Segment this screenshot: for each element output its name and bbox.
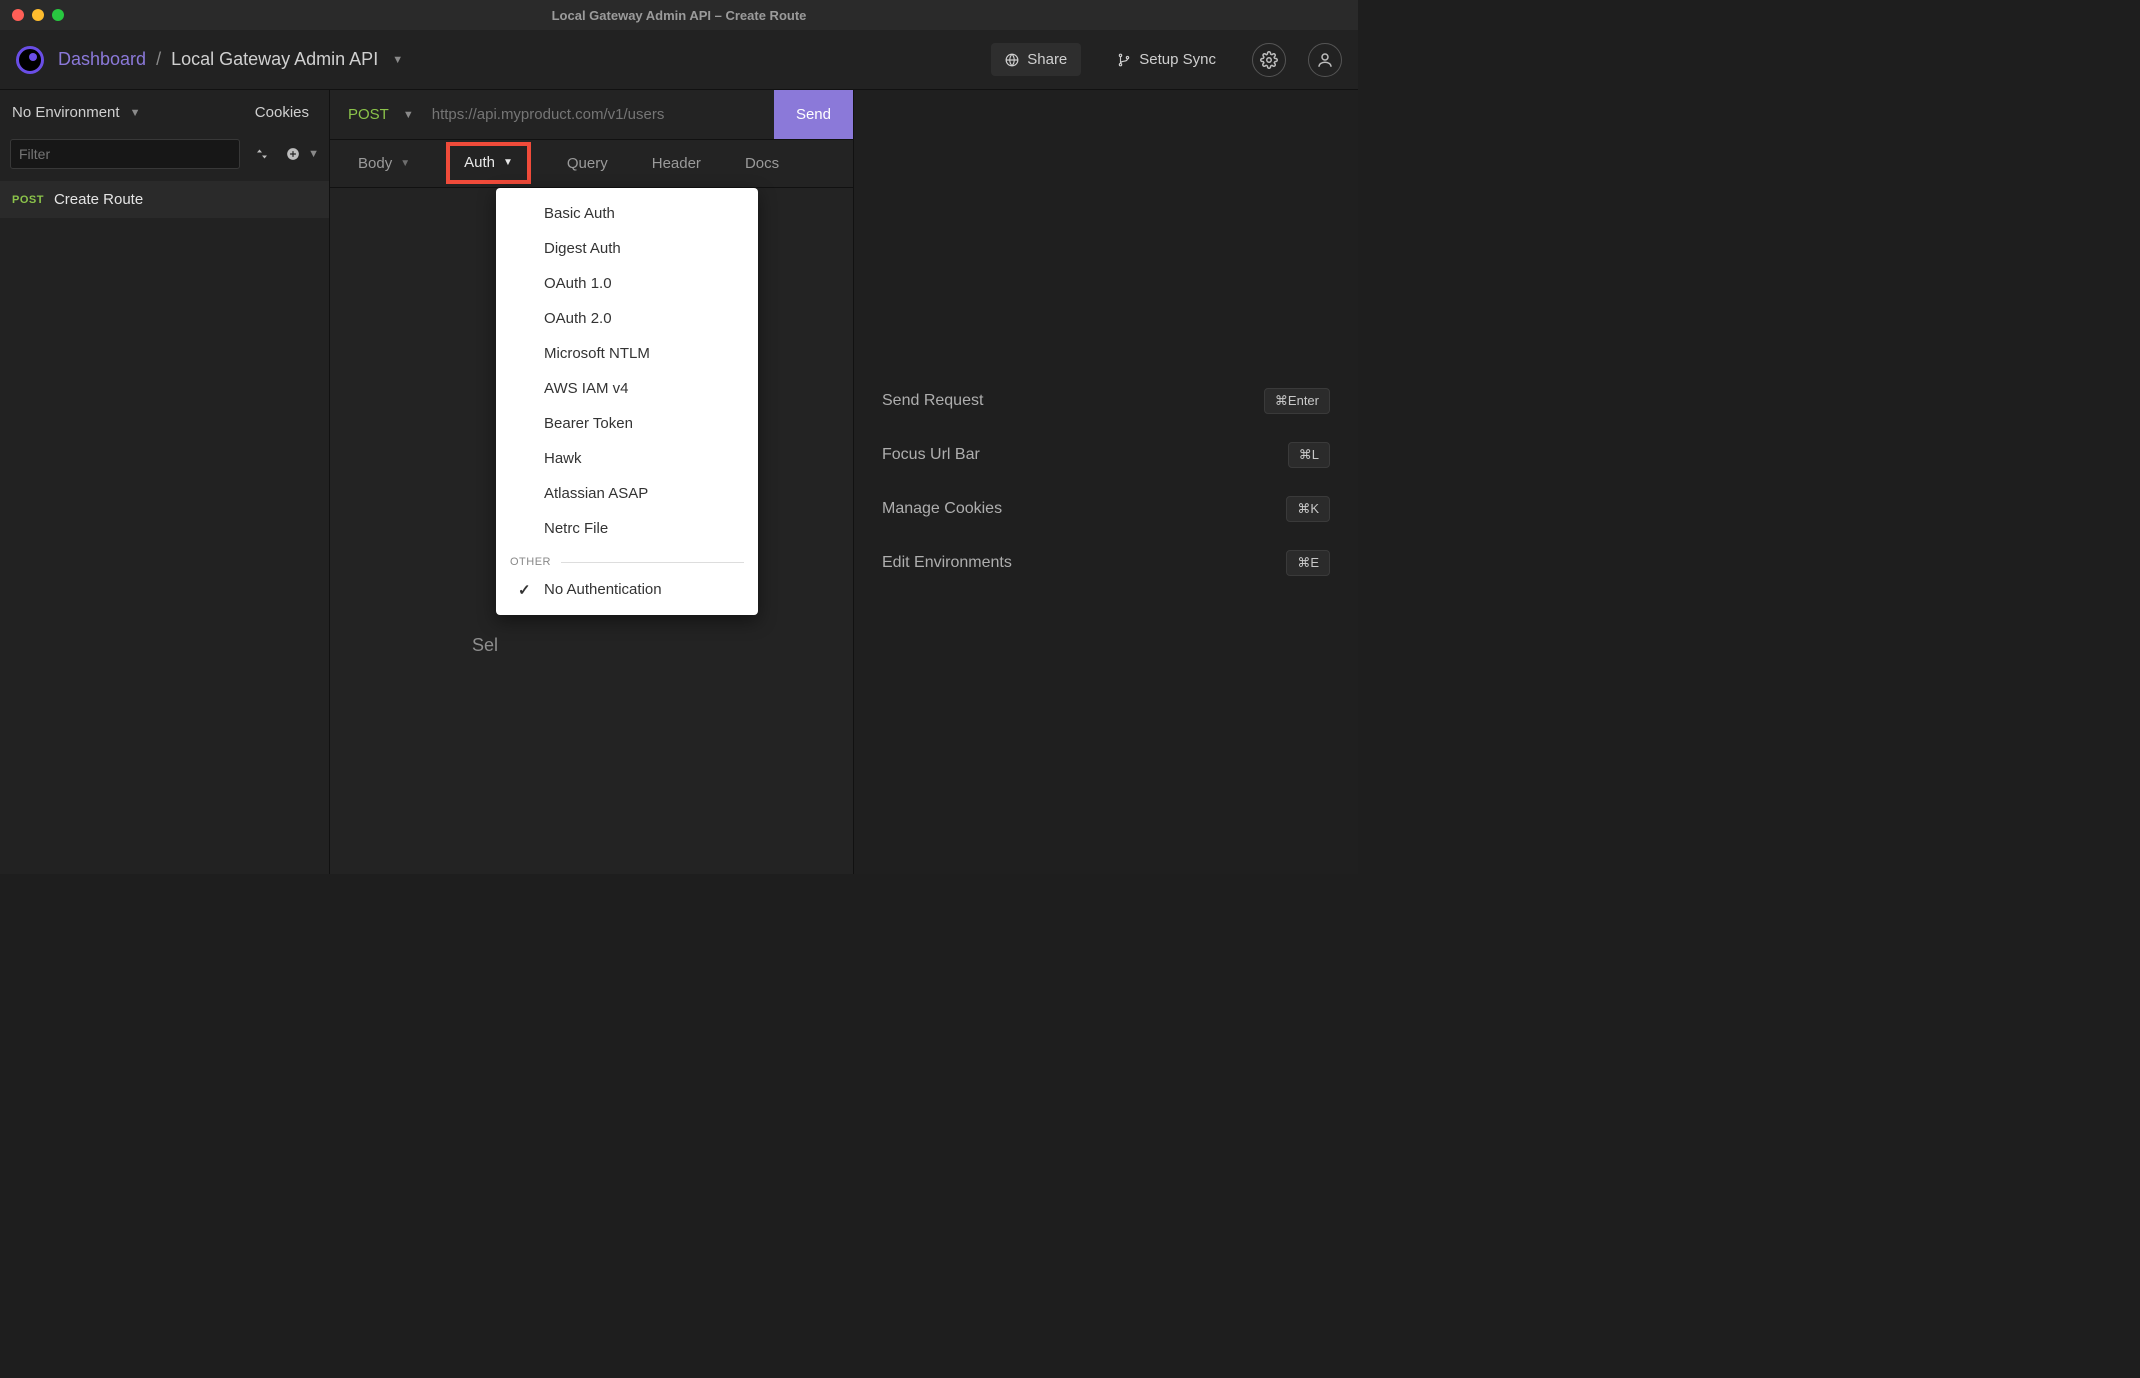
method-badge: POST	[12, 194, 44, 206]
shortcut-send-key: ⌘Enter	[1264, 388, 1330, 414]
gear-icon	[1260, 51, 1278, 69]
tab-body[interactable]: Body ▼	[350, 147, 418, 181]
user-icon	[1316, 51, 1334, 69]
auth-option-aws[interactable]: AWS IAM v4	[496, 371, 758, 406]
app-header: Dashboard / Local Gateway Admin API ▼ Sh…	[0, 30, 1358, 90]
auth-option-basic[interactable]: Basic Auth	[496, 196, 758, 231]
tab-header[interactable]: Header	[644, 147, 709, 181]
shortcut-cookies-label: Manage Cookies	[882, 500, 1002, 518]
request-list-item[interactable]: POST Create Route	[0, 181, 329, 218]
chevron-down-icon: ▼	[130, 107, 141, 119]
shortcut-env-key: ⌘E	[1286, 550, 1330, 576]
main-split: No Environment ▼ Cookies ▼ POST Create R…	[0, 90, 1358, 874]
shortcut-focus-url-label: Focus Url Bar	[882, 446, 980, 464]
window-title: Local Gateway Admin API – Create Route	[0, 8, 1358, 23]
auth-section-other: OTHER	[496, 546, 758, 572]
shortcut-env: Edit Environments ⌘E	[882, 536, 1330, 590]
tab-auth-label: Auth	[464, 154, 495, 171]
sort-icon[interactable]	[256, 147, 268, 161]
filter-input[interactable]	[10, 139, 240, 169]
auth-option-ntlm[interactable]: Microsoft NTLM	[496, 336, 758, 371]
sidebar: No Environment ▼ Cookies ▼ POST Create R…	[0, 90, 330, 874]
shortcut-send: Send Request ⌘Enter	[882, 374, 1330, 428]
breadcrumb: Dashboard / Local Gateway Admin API ▼	[58, 49, 403, 70]
chevron-down-icon[interactable]: ▼	[392, 54, 403, 66]
shortcut-env-label: Edit Environments	[882, 554, 1012, 572]
shortcut-cookies: Manage Cookies ⌘K	[882, 482, 1330, 536]
minimize-icon[interactable]	[32, 9, 44, 21]
window-controls	[0, 9, 64, 21]
breadcrumb-separator: /	[156, 49, 161, 70]
globe-icon	[1005, 53, 1019, 67]
shortcut-focus-url: Focus Url Bar ⌘L	[882, 428, 1330, 482]
share-button[interactable]: Share	[991, 43, 1081, 76]
title-bar: Local Gateway Admin API – Create Route	[0, 0, 1358, 30]
tab-docs-label: Docs	[745, 155, 779, 172]
url-input[interactable]	[422, 106, 774, 123]
auth-option-hawk[interactable]: Hawk	[496, 441, 758, 476]
send-label: Send	[796, 106, 831, 123]
chevron-down-icon: ▼	[503, 157, 513, 168]
setup-sync-label: Setup Sync	[1139, 51, 1216, 68]
breadcrumb-project[interactable]: Local Gateway Admin API	[171, 49, 378, 70]
auth-option-oauth2[interactable]: OAuth 2.0	[496, 301, 758, 336]
add-button[interactable]: ▼	[286, 147, 319, 161]
cookies-button[interactable]: Cookies	[255, 104, 309, 121]
shortcut-send-label: Send Request	[882, 392, 983, 410]
method-label: POST	[348, 106, 389, 123]
close-icon[interactable]	[12, 9, 24, 21]
chevron-down-icon: ▼	[400, 158, 410, 169]
auth-option-netrc[interactable]: Netrc File	[496, 511, 758, 546]
auth-option-asap[interactable]: Atlassian ASAP	[496, 476, 758, 511]
response-pane: Send Request ⌘Enter Focus Url Bar ⌘L Man…	[854, 90, 1358, 874]
environment-label: No Environment	[12, 104, 120, 121]
empty-state-text: Sel	[472, 635, 498, 656]
tab-body-label: Body	[358, 155, 392, 172]
url-bar: POST ▼ Send	[330, 90, 853, 140]
auth-option-none[interactable]: No Authentication	[496, 572, 758, 607]
auth-option-oauth1[interactable]: OAuth 1.0	[496, 266, 758, 301]
share-label: Share	[1027, 51, 1067, 68]
chevron-down-icon: ▼	[308, 148, 319, 160]
request-pane: POST ▼ Send Body ▼ Auth ▼ Query	[330, 90, 854, 874]
tab-query-label: Query	[567, 155, 608, 172]
method-dropdown[interactable]: POST ▼	[330, 106, 422, 123]
tab-query[interactable]: Query	[559, 147, 616, 181]
environment-dropdown[interactable]: No Environment ▼	[10, 104, 140, 121]
account-button[interactable]	[1308, 43, 1342, 77]
tab-docs[interactable]: Docs	[737, 147, 787, 181]
breadcrumb-dashboard[interactable]: Dashboard	[58, 49, 146, 70]
tab-header-label: Header	[652, 155, 701, 172]
auth-dropdown-menu: Basic Auth Digest Auth OAuth 1.0 OAuth 2…	[496, 188, 758, 615]
maximize-icon[interactable]	[52, 9, 64, 21]
app-logo-icon[interactable]	[16, 46, 44, 74]
branch-icon	[1117, 53, 1131, 67]
auth-section-other-label: OTHER	[510, 556, 551, 568]
tab-auth[interactable]: Auth ▼	[446, 142, 531, 184]
request-name: Create Route	[54, 191, 143, 208]
settings-button[interactable]	[1252, 43, 1286, 77]
content-area: POST ▼ Send Body ▼ Auth ▼ Query	[330, 90, 1358, 874]
divider	[561, 562, 744, 563]
chevron-down-icon: ▼	[403, 109, 414, 121]
send-button[interactable]: Send	[774, 90, 853, 139]
shortcut-cookies-key: ⌘K	[1286, 496, 1330, 522]
shortcut-focus-url-key: ⌘L	[1288, 442, 1330, 468]
auth-option-bearer[interactable]: Bearer Token	[496, 406, 758, 441]
auth-option-digest[interactable]: Digest Auth	[496, 231, 758, 266]
request-tabs: Body ▼ Auth ▼ Query Header Docs	[330, 140, 853, 188]
setup-sync-button[interactable]: Setup Sync	[1103, 43, 1230, 76]
